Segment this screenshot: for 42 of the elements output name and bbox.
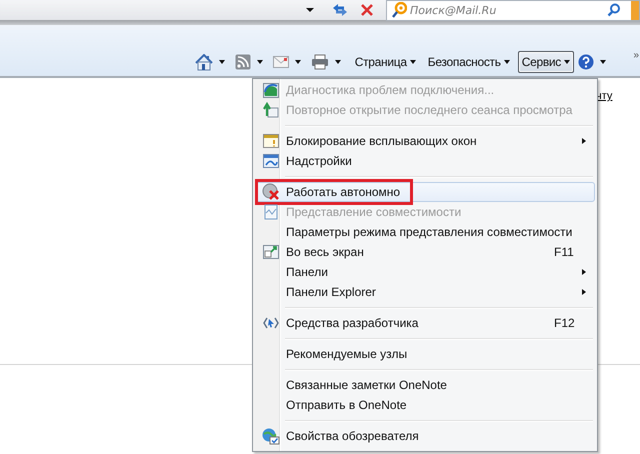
submenu-arrow-icon	[582, 269, 586, 275]
menu-item[interactable]: Панели Explorer	[255, 282, 595, 302]
fullscreen-icon	[263, 245, 279, 259]
globe-checklist-icon	[262, 428, 280, 444]
menu-item[interactable]: Работать автономно	[255, 182, 595, 202]
developer-tools-icon	[263, 316, 279, 330]
caret-icon[interactable]	[294, 60, 301, 64]
menu-item[interactable]: Средства разработчика F12	[255, 313, 595, 333]
menu-item[interactable]: Надстройки	[255, 151, 595, 171]
menu-item[interactable]: Панели	[255, 262, 595, 282]
refresh-icon[interactable]	[332, 3, 348, 17]
blocked-popup-icon	[263, 134, 279, 148]
command-menu-button[interactable]: Страница	[350, 51, 420, 73]
offline-globe-icon	[262, 183, 280, 201]
command-menu-button[interactable]: Сервис	[518, 51, 574, 73]
globe-screen-icon	[263, 82, 279, 98]
stop-icon[interactable]	[360, 3, 374, 17]
overflow-chevron[interactable]: »	[633, 51, 639, 61]
menu-item[interactable]: Параметры режима представления совместимости	[255, 222, 595, 242]
caret-icon[interactable]	[306, 8, 314, 12]
caret-icon[interactable]	[218, 60, 225, 64]
help-icon[interactable]	[578, 54, 594, 70]
reopen-arrow-icon	[263, 102, 279, 118]
menu-item[interactable]: Блокирование всплывающих окон	[255, 131, 595, 151]
menu-item[interactable]: Связанные заметки OneNote	[255, 375, 595, 395]
broken-page-icon	[264, 204, 278, 220]
printer-icon[interactable]	[310, 54, 329, 70]
command-menu-button[interactable]: Безопасность	[424, 51, 514, 73]
caret-icon[interactable]	[334, 60, 341, 64]
menu-item[interactable]: Отправить в OneNote	[255, 395, 595, 415]
search-field[interactable]: Поиск@Mail.Ru	[386, 0, 640, 20]
menu-item[interactable]: Свойства обозревателя	[255, 426, 595, 446]
menu-item[interactable]: Во весь экран F11	[255, 242, 595, 262]
home-icon[interactable]	[194, 54, 213, 70]
caret-icon[interactable]	[256, 60, 263, 64]
search-icon[interactable]	[607, 3, 621, 17]
feed-icon[interactable]	[234, 54, 251, 70]
submenu-arrow-icon	[582, 289, 586, 295]
caret-icon[interactable]	[600, 60, 606, 64]
submenu-arrow-icon	[582, 138, 586, 144]
menu-item[interactable]: Рекомендуемые узлы	[255, 344, 595, 364]
mail-icon[interactable]	[272, 56, 289, 68]
